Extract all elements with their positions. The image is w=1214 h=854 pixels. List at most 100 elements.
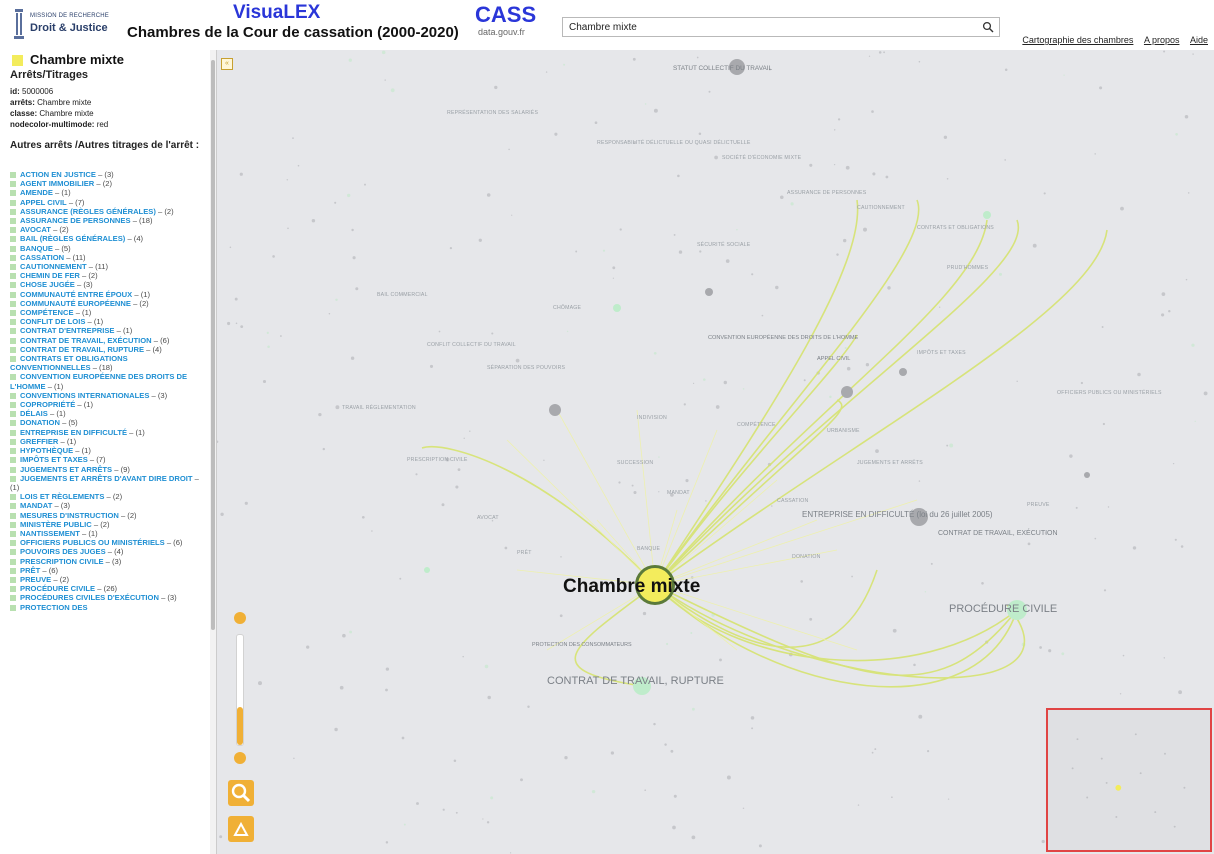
collapse-sidebar-button[interactable]: « — [221, 58, 233, 70]
related-title-link[interactable]: GREFFIER — [20, 437, 58, 446]
related-title-link[interactable]: DÉLAIS — [20, 409, 48, 418]
related-title-link[interactable]: LOIS ET RÈGLEMENTS — [20, 492, 104, 501]
related-title-link[interactable]: POUVOIRS DES JUGES — [20, 547, 106, 556]
link-cartographie[interactable]: Cartographie des chambres — [1022, 35, 1133, 45]
graph-node-label[interactable]: BAIL COMMERCIAL — [377, 292, 428, 298]
node-label-convention-europeenne[interactable]: CONVENTION EUROPÉENNE DES DROITS DE L'HO… — [708, 335, 858, 341]
related-title-link[interactable]: JUGEMENTS ET ARRÊTS D'AVANT DIRE DROIT — [20, 474, 193, 483]
link-aide[interactable]: Aide — [1190, 35, 1208, 45]
related-title-link[interactable]: MESURES D'INSTRUCTION — [20, 511, 119, 520]
list-bullet-icon — [10, 190, 16, 197]
fit-view-icon[interactable] — [228, 816, 254, 842]
graph-node-label[interactable]: PRUD'HOMMES — [947, 265, 988, 271]
related-title-link[interactable]: PROCÉDURES CIVILES D'EXÉCUTION — [20, 593, 159, 602]
related-title-link[interactable]: BANQUE — [20, 244, 53, 253]
node-label-procedure-civile[interactable]: PROCÉDURE CIVILE — [949, 603, 1057, 615]
search-icon[interactable] — [982, 21, 994, 33]
related-title-link[interactable]: MINISTÈRE PUBLIC — [20, 520, 92, 529]
related-title-item: CAUTIONNEMENT – (11) — [10, 262, 206, 271]
related-title-link[interactable]: ASSURANCE DE PERSONNES — [20, 216, 131, 225]
graph-node-label[interactable]: CASSATION — [777, 498, 808, 504]
minimap[interactable] — [1046, 708, 1212, 852]
focus-node-label[interactable]: Chambre mixte — [563, 576, 700, 598]
related-title-link[interactable]: CONTRAT D'ENTREPRISE — [20, 326, 114, 335]
sidebar-scrollbar[interactable] — [210, 50, 216, 854]
graph-node-label[interactable]: PREUVE — [1027, 502, 1050, 508]
graph-node-label[interactable]: CONFLIT COLLECTIF DU TRAVAIL — [427, 342, 516, 348]
graph-node-label[interactable]: AVOCAT — [477, 515, 499, 521]
related-title-link[interactable]: CHEMIN DE FER — [20, 271, 80, 280]
graph-node-label[interactable]: CAUTIONNEMENT — [857, 205, 905, 211]
graph-node-label[interactable]: COMPÉTENCE — [737, 422, 776, 428]
related-title-link[interactable]: COMMUNAUTÉ EUROPÉENNE — [20, 299, 131, 308]
zoom-slider[interactable] — [236, 634, 244, 746]
graph-node-label[interactable]: URBANISME — [827, 428, 860, 434]
related-title-link[interactable]: DONATION — [20, 418, 60, 427]
graph-node-label[interactable]: ASSURANCE DE PERSONNES — [787, 190, 866, 196]
node-label-contrat-execution[interactable]: CONTRAT DE TRAVAIL, EXÉCUTION — [938, 530, 1058, 537]
graph-node-label[interactable]: CHÔMAGE — [553, 305, 581, 311]
related-title-link[interactable]: JUGEMENTS ET ARRÊTS — [20, 465, 112, 474]
related-title-link[interactable]: CONVENTIONS INTERNATIONALES — [20, 391, 149, 400]
related-title-link[interactable]: IMPÔTS ET TAXES — [20, 455, 88, 464]
related-title-link[interactable]: COMPÉTENCE — [20, 308, 74, 317]
graph-node-label[interactable]: REPRÉSENTATION DES SALARIÉS — [447, 110, 538, 116]
zoom-in-button[interactable] — [234, 612, 246, 624]
related-title-link[interactable]: AMENDE — [20, 188, 53, 197]
graph-node-label[interactable]: IMPÔTS ET TAXES — [917, 350, 966, 356]
graph-node-label[interactable]: TRAVAIL RÉGLEMENTATION — [342, 405, 416, 411]
graph-node-label[interactable]: RESPONSABILITÉ DÉLICTUELLE OU QUASI DÉLI… — [597, 140, 751, 146]
node-label-appel-civil[interactable]: APPEL CIVIL — [817, 356, 850, 362]
sidebar-scroll-thumb[interactable] — [211, 60, 215, 630]
graph-node-label[interactable]: MANDAT — [667, 490, 690, 496]
related-title-link[interactable]: CONVENTION EUROPÉENNE DES DROITS DE L'HO… — [10, 372, 187, 390]
graph-canvas[interactable]: « PROCÉDURE CIVILE CONTRAT DE TRAVAIL, R… — [217, 50, 1214, 854]
node-label-entreprise-difficulte[interactable]: ENTREPRISE EN DIFFICULTÉ (loi du 26 juil… — [802, 510, 993, 519]
related-title-link[interactable]: AVOCAT — [20, 225, 51, 234]
related-title-link[interactable]: PREUVE — [20, 575, 51, 584]
related-title-link[interactable]: CONTRAT DE TRAVAIL, RUPTURE — [20, 345, 144, 354]
related-title-link[interactable]: CONFLIT DE LOIS — [20, 317, 85, 326]
related-title-link[interactable]: HYPOTHÈQUE — [20, 446, 73, 455]
graph-node-label[interactable]: CONTRATS ET OBLIGATIONS — [917, 225, 994, 231]
related-title-link[interactable]: PROCÉDURE CIVILE — [20, 584, 95, 593]
related-title-link[interactable]: APPEL CIVIL — [20, 198, 67, 207]
graph-node-label[interactable]: PRÊT — [517, 550, 532, 556]
related-title-link[interactable]: CASSATION — [20, 253, 64, 262]
zoom-out-button[interactable] — [234, 752, 246, 764]
related-title-link[interactable]: COMMUNAUTÉ ENTRE ÉPOUX — [20, 290, 132, 299]
related-title-link[interactable]: CONTRAT DE TRAVAIL, EXÉCUTION — [20, 336, 152, 345]
graph-node-label[interactable]: SÉCURITÉ SOCIALE — [697, 242, 750, 248]
related-title-link[interactable]: MANDAT — [20, 501, 52, 510]
graph-node-label[interactable]: SUCCESSION — [617, 460, 653, 466]
related-title-link[interactable]: COPROPRIÉTÉ — [20, 400, 75, 409]
graph-node-label[interactable]: SOCIÉTÉ D'ÉCONOMIE MIXTE — [722, 155, 801, 161]
related-title-link[interactable]: CHOSE JUGÉE — [20, 280, 75, 289]
related-title-link[interactable]: NANTISSEMENT — [20, 529, 80, 538]
node-label-contrat-rupture[interactable]: CONTRAT DE TRAVAIL, RUPTURE — [547, 675, 724, 687]
related-title-link[interactable]: AGENT IMMOBILIER — [20, 179, 94, 188]
magnifier-icon[interactable] — [228, 780, 254, 806]
related-title-link[interactable]: OFFICIERS PUBLICS OU MINISTÉRIELS — [20, 538, 165, 547]
search-input[interactable] — [563, 18, 969, 36]
related-title-link[interactable]: PROTECTION DES — [20, 603, 88, 612]
related-title-link[interactable]: ASSURANCE (RÈGLES GÉNÉRALES) — [20, 207, 156, 216]
graph-node-label[interactable]: SÉPARATION DES POUVOIRS — [487, 365, 565, 371]
related-title-link[interactable]: ACTION EN JUSTICE — [20, 170, 96, 179]
related-title-link[interactable]: PRESCRIPTION CIVILE — [20, 557, 104, 566]
graph-node-label[interactable]: BANQUE — [637, 546, 660, 552]
related-title-link[interactable]: CAUTIONNEMENT — [20, 262, 87, 271]
related-title-count: – (1) — [75, 446, 91, 456]
graph-node-label[interactable]: OFFICIERS PUBLICS OU MINISTÉRIELS — [1057, 390, 1162, 396]
node-label-protection-consommateurs[interactable]: PROTECTION DES CONSOMMATEURS — [532, 642, 632, 648]
related-title-link[interactable]: BAIL (RÈGLES GÉNÉRALES) — [20, 234, 125, 243]
graph-node-label[interactable]: DONATION — [792, 554, 821, 560]
related-title-link[interactable]: PRÊT — [20, 566, 40, 575]
graph-node-label[interactable]: JUGEMENTS ET ARRÊTS — [857, 460, 923, 466]
graph-node-label[interactable]: INDIVISION — [637, 415, 667, 421]
graph-node-label[interactable]: PRESCRIPTION CIVILE — [407, 457, 468, 463]
link-a-propos[interactable]: A propos — [1144, 35, 1180, 45]
node-label-statut-collectif[interactable]: STATUT COLLECTIF DU TRAVAIL — [673, 65, 772, 72]
related-title-count: – (4) — [127, 234, 144, 244]
related-title-link[interactable]: ENTREPRISE EN DIFFICULTÉ — [20, 428, 127, 437]
